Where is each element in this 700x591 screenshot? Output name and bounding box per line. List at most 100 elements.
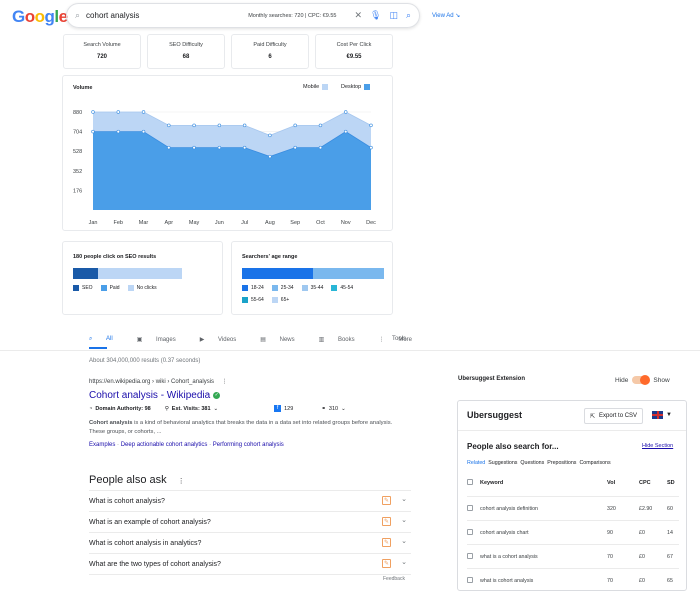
data-point[interactable] (344, 110, 348, 114)
ubersuggest-tab-questions[interactable]: Questions (520, 460, 544, 466)
cell-cpc: £0 (639, 554, 645, 560)
ubersuggest-tab-related[interactable]: Related (467, 460, 485, 466)
country-selector[interactable]: ▼ (652, 411, 672, 419)
search-submit-icon[interactable]: ⌕ (406, 10, 411, 21)
feedback-link[interactable]: Feedback (383, 576, 405, 582)
google-logo[interactable]: Google (12, 7, 68, 27)
data-point[interactable] (91, 110, 95, 114)
tab-label[interactable]: All (106, 336, 113, 342)
select-all-checkbox[interactable] (467, 479, 473, 485)
cell-keyword[interactable]: what is cohort analysis (480, 578, 533, 584)
sublink[interactable]: Performing cohort analysis (213, 442, 284, 448)
data-point[interactable] (242, 123, 247, 128)
data-point[interactable] (369, 145, 373, 150)
paa-question[interactable]: What is cohort analysis in analytics? ✎ ⌄ (89, 533, 411, 554)
ubersuggest-tab-comparisons[interactable]: Comparisons (579, 460, 610, 466)
data-point[interactable] (318, 145, 323, 150)
verified-check-icon: ✓ (213, 392, 221, 399)
data-point[interactable] (369, 123, 373, 128)
extension-toggle[interactable] (632, 375, 651, 385)
chevron-down-icon[interactable]: ⌄ (401, 516, 407, 524)
tab-label[interactable]: Videos (218, 337, 236, 343)
search-bar[interactable]: ⌕ cohort analysis Monthly searches: 720 … (66, 3, 420, 28)
camera-icon[interactable]: ◫ (389, 10, 398, 21)
sublink[interactable]: Examples (89, 442, 115, 448)
edit-icon[interactable]: ✎ (382, 517, 391, 526)
tab-news[interactable]: ▤ News (260, 336, 306, 343)
data-point[interactable] (217, 123, 222, 128)
result-snippet: Cohort analysis is a kind of behavioral … (89, 419, 409, 437)
paa-question[interactable]: What is cohort analysis? ✎ ⌄ (89, 491, 411, 512)
x-tick-label: Feb (114, 220, 123, 226)
paa-question-text[interactable]: What is cohort analysis in analytics? (89, 540, 201, 547)
chevron-down-icon[interactable]: ⌄ (401, 495, 407, 503)
paa-question[interactable]: What is an example of cohort analysis? ✎ ⌄ (89, 512, 411, 533)
data-point[interactable] (167, 145, 171, 150)
tools-button[interactable]: Tools (392, 336, 406, 342)
data-point[interactable] (318, 123, 323, 128)
data-point[interactable] (344, 129, 348, 134)
hide-section-link[interactable]: Hide Section (642, 443, 673, 449)
row-checkbox[interactable] (467, 505, 473, 511)
keyword-row: cohort analysis chart 90 £0 14 (467, 520, 679, 544)
clear-icon[interactable]: ✕ (354, 10, 362, 21)
data-point[interactable] (141, 129, 146, 134)
data-point[interactable] (242, 145, 247, 150)
row-checkbox[interactable] (467, 553, 473, 559)
cell-keyword[interactable]: what is a cohort analysis (480, 554, 538, 560)
x-tick-label: Jul (241, 220, 248, 226)
row-checkbox[interactable] (467, 577, 473, 583)
ubersuggest-tab-suggestions[interactable]: Suggestions (488, 460, 517, 466)
tab-all[interactable]: ⌕ All (89, 336, 125, 343)
tab-images[interactable]: ▣ Images (137, 336, 188, 343)
ubersuggest-tab-prepositions[interactable]: Prepositions (547, 460, 576, 466)
link-icon: ⚭ (321, 405, 326, 412)
data-point[interactable] (116, 129, 120, 134)
result-url[interactable]: https://en.wikipedia.org › wiki › Cohort… (89, 378, 228, 385)
result-title-text[interactable]: Cohort analysis - Wikipedia (89, 390, 210, 401)
tab-videos[interactable]: ▶ Videos (200, 336, 249, 343)
edit-icon[interactable]: ✎ (382, 538, 391, 547)
paa-question-text[interactable]: What is cohort analysis? (89, 498, 165, 505)
sublink[interactable]: Deep actionable cohort analytics (121, 442, 208, 448)
data-point[interactable] (293, 145, 297, 150)
microphone-icon[interactable]: 🎙 (370, 10, 381, 21)
tab-label[interactable]: News (280, 337, 295, 343)
cell-keyword[interactable]: cohort analysis chart (480, 530, 529, 536)
more-options-icon[interactable]: ⋮ (222, 379, 228, 385)
data-point[interactable] (141, 110, 146, 114)
tab-label[interactable]: Books (338, 337, 355, 343)
data-point[interactable] (167, 123, 171, 128)
chevron-down-icon[interactable]: ⌄ (401, 558, 407, 566)
data-point[interactable] (268, 154, 272, 159)
more-options-icon[interactable]: ⋮ (178, 478, 185, 485)
result-url-text[interactable]: https://en.wikipedia.org › wiki › Cohort… (89, 379, 214, 385)
paa-question-text[interactable]: What are the two types of cohort analysi… (89, 561, 221, 568)
data-point[interactable] (116, 110, 120, 114)
data-point[interactable] (192, 123, 196, 128)
row-checkbox[interactable] (467, 529, 473, 535)
chevron-down-icon[interactable]: ⌄ (341, 406, 346, 412)
tab-label[interactable]: Images (156, 337, 176, 343)
export-csv-button[interactable]: ⇱ Export to CSV (584, 408, 644, 424)
data-point[interactable] (293, 123, 297, 128)
edit-icon[interactable]: ✎ (382, 559, 391, 568)
more-icon: ⋮ (378, 337, 387, 343)
chevron-down-icon[interactable]: ⌄ (401, 537, 407, 545)
data-point[interactable] (91, 129, 95, 134)
data-point[interactable] (217, 145, 222, 150)
result-title-link[interactable]: Cohort analysis - Wikipedia ✓ (89, 390, 221, 401)
search-input[interactable]: cohort analysis (86, 11, 248, 20)
edit-icon[interactable]: ✎ (382, 496, 391, 505)
paa-question[interactable]: What are the two types of cohort analysi… (89, 554, 411, 575)
paa-question-text[interactable]: What is an example of cohort analysis? (89, 519, 211, 526)
chevron-down-icon[interactable]: ⌄ (214, 406, 219, 412)
view-ad-link[interactable]: View Ad ↘ (432, 12, 460, 19)
stat-label: SEO Difficulty (169, 42, 203, 48)
cell-cpc: £0 (639, 530, 645, 536)
data-point[interactable] (192, 145, 196, 150)
data-point[interactable] (268, 133, 272, 138)
paa-title-text: People also ask (89, 474, 167, 486)
tab-books[interactable]: ▥ Books (319, 336, 367, 343)
cell-keyword[interactable]: cohort analysis definition (480, 506, 538, 512)
